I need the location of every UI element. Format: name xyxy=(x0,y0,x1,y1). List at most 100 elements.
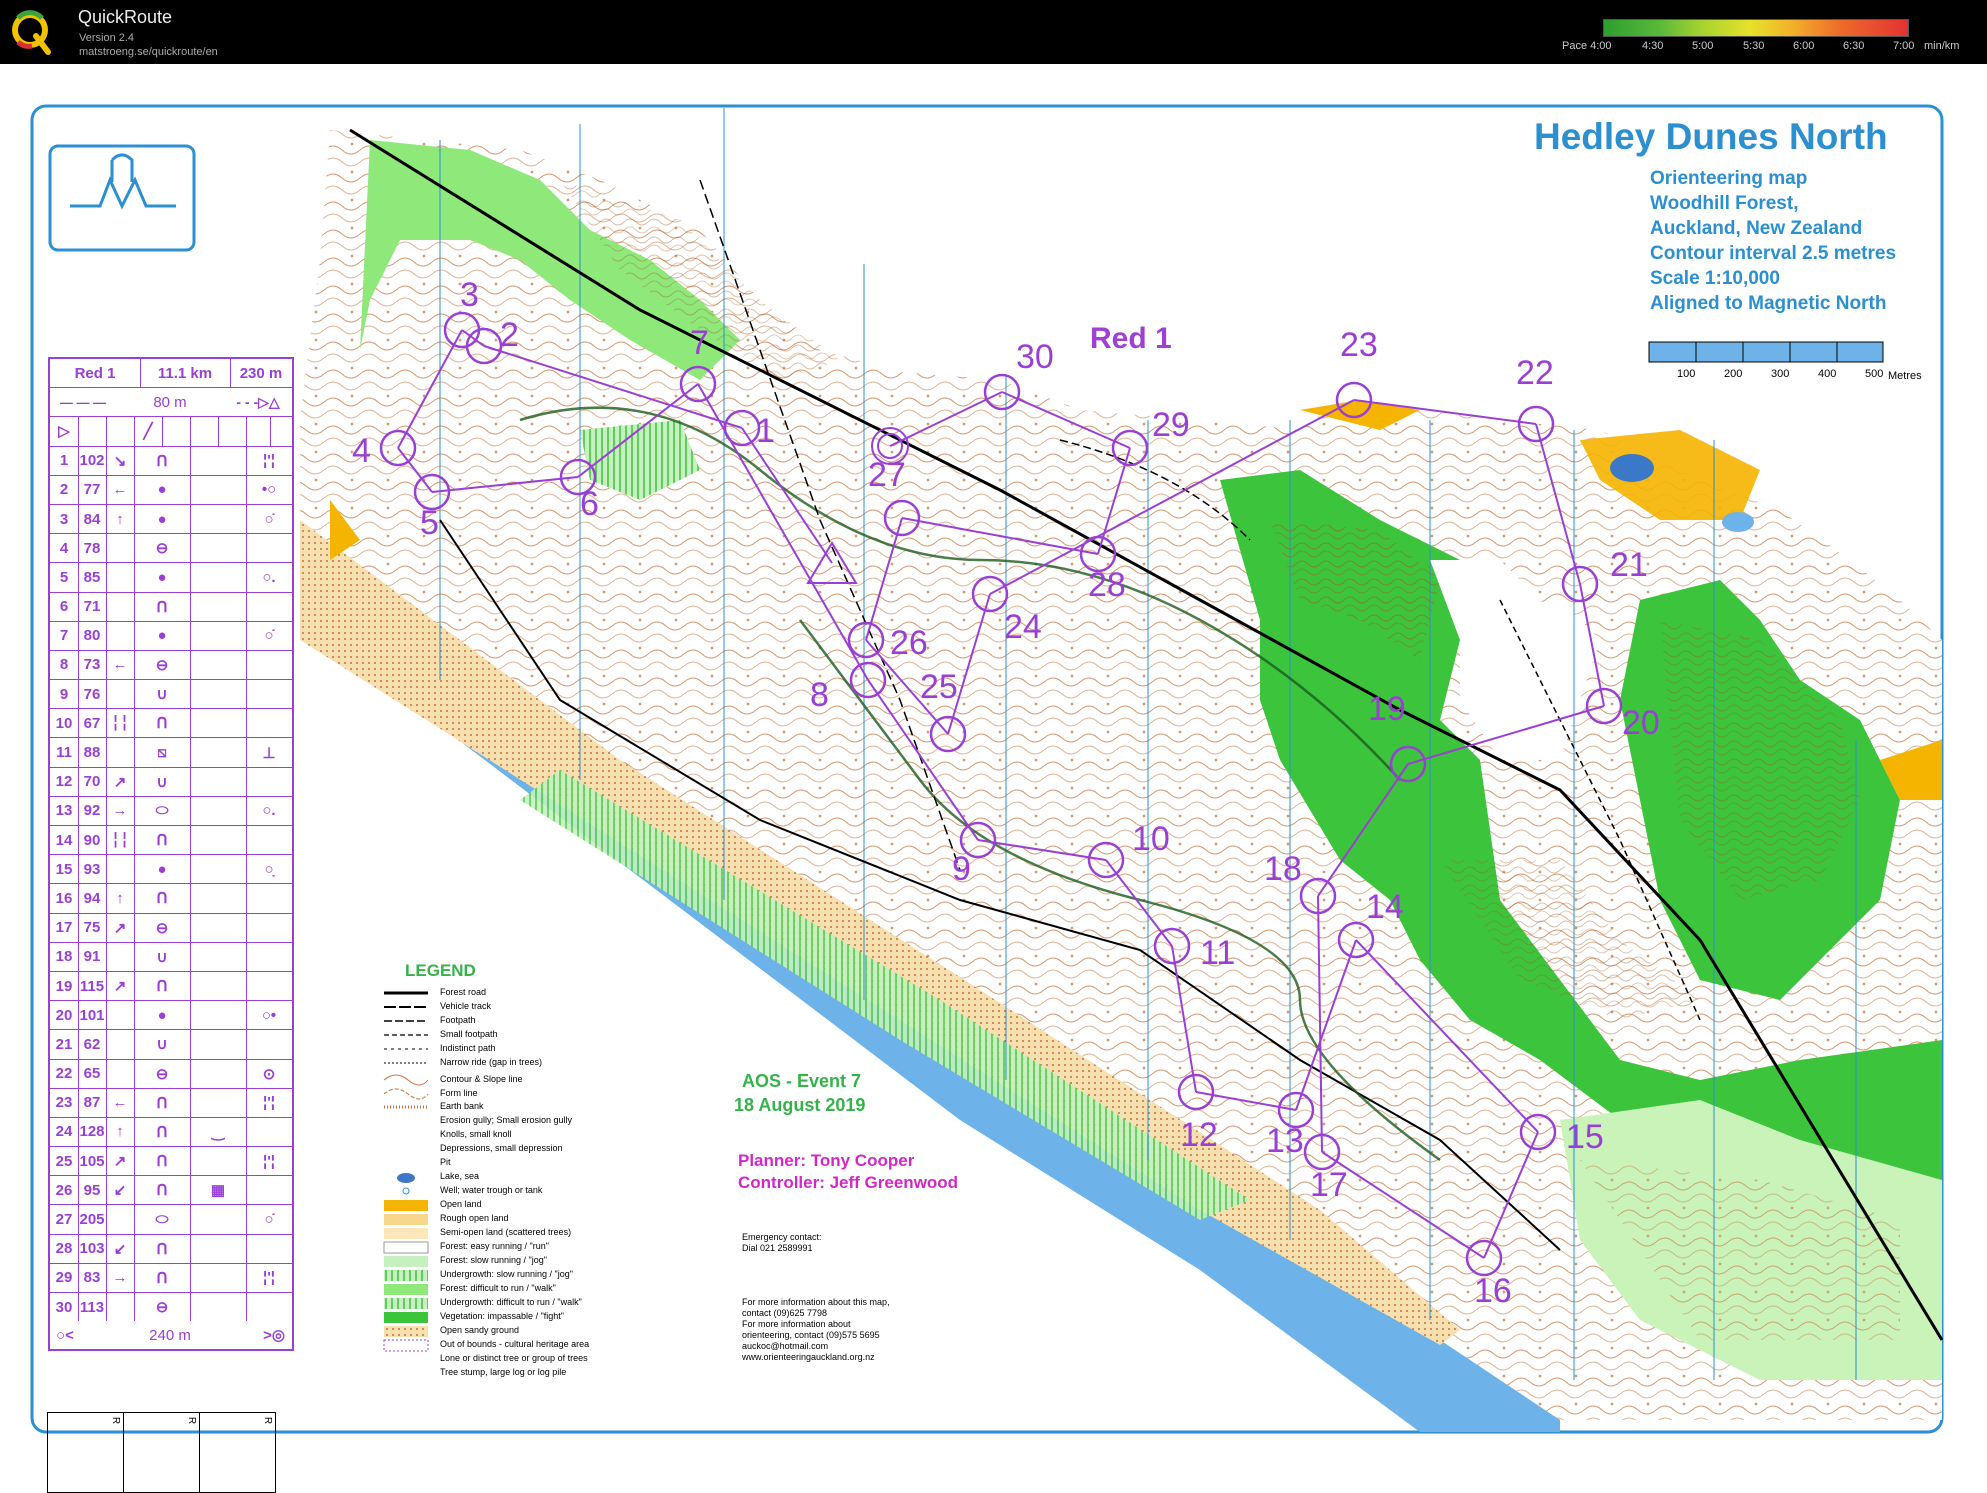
description-row: 2 77 ← ● •○ xyxy=(50,475,292,505)
legend-item: Undergrowth: difficult to run / "walk" xyxy=(440,1297,582,1307)
description-n-cell: 29 xyxy=(55,1269,73,1287)
description-feature-cell: ⬭ xyxy=(155,802,169,820)
description-loc-cell xyxy=(190,1001,246,1029)
quickroute-logo-icon xyxy=(12,10,51,55)
description-row: 1 102 ↘ ᑎ ¦'¦ xyxy=(50,446,292,476)
description-header-row: Red 1 11.1 km 230 m xyxy=(50,359,292,389)
control-number-label: 6 xyxy=(580,485,599,523)
description-n-cell: 15 xyxy=(55,860,73,878)
description-feature-cell: ∪ xyxy=(156,773,168,791)
description-loc-cell xyxy=(190,884,246,912)
control-number-label: 30 xyxy=(1016,338,1054,376)
description-dir-cell: ↗ xyxy=(113,1153,127,1171)
description-feature-cell: ∪ xyxy=(156,1036,168,1054)
pace-unit-label: min/km xyxy=(1924,40,1960,52)
description-dir-cell: → xyxy=(112,1269,128,1287)
legend-item: Lone or distinct tree or group of trees xyxy=(440,1353,588,1363)
description-detail-cell xyxy=(246,1235,292,1263)
description-code-cell: 91 xyxy=(83,948,101,966)
course-climb-cell: 230 m xyxy=(239,364,283,382)
description-row: 30 113 ⊖ xyxy=(50,1293,292,1322)
control-number-label: 13 xyxy=(1266,1122,1304,1160)
control-number-label: 8 xyxy=(810,676,829,714)
description-detail-cell: ○. xyxy=(262,802,276,820)
description-dir-cell xyxy=(106,534,134,562)
description-code-cell: 87 xyxy=(83,1094,101,1112)
legend-item: Forest: difficult to run / "walk" xyxy=(440,1283,556,1293)
info-line: contact (09)625 7798 xyxy=(742,1308,828,1318)
description-detail-cell xyxy=(246,680,292,708)
description-n-cell: 19 xyxy=(55,977,73,995)
description-n-cell: 9 xyxy=(59,685,69,703)
description-detail-cell: ¦'¦ xyxy=(263,452,275,470)
pace-label: 6:00 xyxy=(1793,40,1815,52)
description-row: 25 105 ↗ ᑎ ¦'¦ xyxy=(50,1147,292,1177)
finish-funnel-icon: ○< xyxy=(56,1326,74,1344)
control-number-label: 15 xyxy=(1566,1118,1604,1156)
description-code-cell: 92 xyxy=(83,802,101,820)
description-feature-cell: ᑎ xyxy=(156,598,168,616)
description-row: 28 103 ↙ ᑎ xyxy=(50,1234,292,1264)
description-loc-cell: ▦ xyxy=(210,1182,226,1200)
description-row: 13 92 → ⬭ ○. xyxy=(50,796,292,826)
description-feature-cell: ᑎ xyxy=(156,832,168,850)
scale-tick-label: 400 xyxy=(1818,368,1837,380)
description-detail-cell: ¦'¦ xyxy=(263,1152,275,1170)
description-n-cell: 2 xyxy=(59,481,69,499)
control-number-label: 20 xyxy=(1622,704,1660,742)
description-detail-cell: ¦'¦ xyxy=(263,1094,275,1112)
description-code-cell: 62 xyxy=(83,1035,101,1053)
description-row: 26 95 ↙ ᑎ ▦ xyxy=(50,1176,292,1206)
legend-item: Open land xyxy=(440,1199,482,1209)
description-n-cell: 7 xyxy=(59,627,69,645)
map-viewport[interactable]: Hedley Dunes North Orienteering map Wood… xyxy=(0,64,1987,1493)
legend-item: Rough open land xyxy=(440,1213,509,1223)
description-row: 16 94 ↑ ᑎ xyxy=(50,884,292,914)
description-detail-cell: ○• xyxy=(261,1006,277,1024)
scale-tick-label: 200 xyxy=(1724,368,1743,380)
description-row: 7 80 ● ○̇ xyxy=(50,621,292,651)
description-loc-cell xyxy=(190,855,246,883)
app-url[interactable]: matstroeng.se/quickroute/en xyxy=(79,46,218,58)
description-loc-cell xyxy=(190,563,246,591)
description-feature-cell: ᑎ xyxy=(156,1269,168,1287)
description-loc-cell xyxy=(190,1089,246,1117)
description-dir-cell xyxy=(106,563,134,591)
description-loc-cell xyxy=(190,593,246,621)
app-titlebar: QuickRoute Version 2.4 matstroeng.se/qui… xyxy=(0,0,1987,64)
info-line: auckoc@hotmail.com xyxy=(742,1341,829,1351)
description-row: 3 84 ↑ ● ○̇ xyxy=(50,504,292,535)
crossing-symbol-icon: ╱ xyxy=(143,423,153,441)
punch-boxes: R R R xyxy=(47,1412,276,1493)
scale-tick-label: 100 xyxy=(1677,368,1696,380)
description-dir-cell xyxy=(106,680,134,708)
description-dir-cell: ← xyxy=(112,481,128,499)
description-feature-cell: ᑎ xyxy=(156,1153,168,1171)
description-row: 18 91 ∪ xyxy=(50,942,292,972)
description-row: 4 78 ⊖ xyxy=(50,534,292,564)
description-loc-cell xyxy=(190,914,246,942)
description-code-cell: 94 xyxy=(83,889,101,907)
description-feature-cell: ⧅ xyxy=(157,744,167,762)
description-code-cell: 88 xyxy=(83,744,101,762)
event-name: AOS - Event 7 xyxy=(742,1071,862,1091)
info-line: orienteering, contact (09)575 5695 xyxy=(742,1330,880,1340)
description-dir-cell xyxy=(106,943,134,971)
legend-item: Narrow ride (gap in trees) xyxy=(440,1057,543,1067)
control-number-label: 5 xyxy=(420,504,439,542)
legend-item: Tree stump, large log or log pile xyxy=(440,1367,567,1377)
description-detail-cell: ¦'¦ xyxy=(263,1269,275,1287)
description-code-cell: 115 xyxy=(79,977,105,995)
start-row: ▷ ╱ xyxy=(50,417,292,447)
course-title: Red 1 xyxy=(1090,322,1172,355)
event-date: 18 August 2019 xyxy=(734,1095,866,1115)
taped-route-symbol: — — — xyxy=(59,394,107,410)
description-feature-cell: ᑎ xyxy=(156,715,168,733)
description-detail-cell xyxy=(246,593,292,621)
pace-label: 6:30 xyxy=(1843,40,1865,52)
description-code-cell: 113 xyxy=(79,1298,105,1316)
description-detail-cell xyxy=(246,1118,292,1146)
legend-item: Pit xyxy=(440,1157,451,1167)
description-feature-cell: ⊖ xyxy=(155,1299,169,1317)
scale-bar xyxy=(1648,341,1884,363)
